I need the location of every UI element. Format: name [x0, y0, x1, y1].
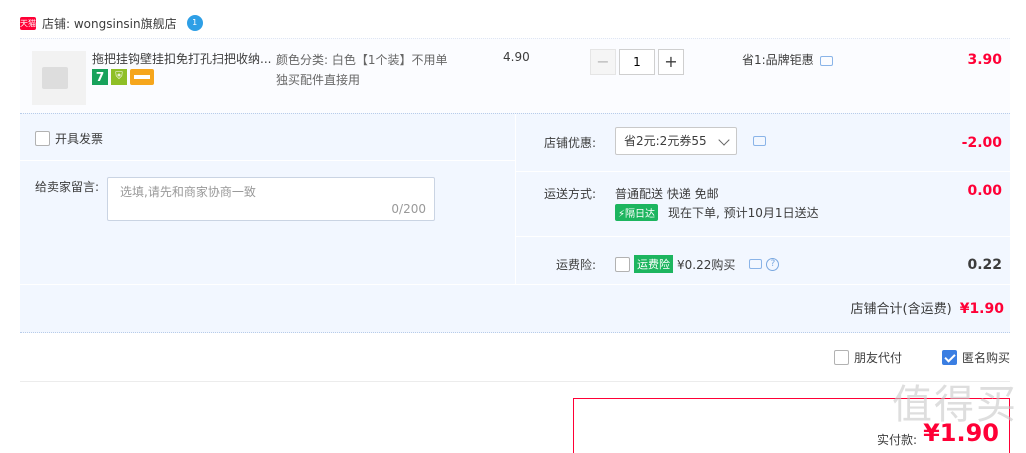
insurance-checkbox[interactable]: [615, 256, 630, 272]
insurance-fee: 0.22: [967, 257, 1002, 273]
shop-total-label: 店铺合计(含运费): [850, 302, 952, 317]
sku-line-1: 颜色分类: 白色【1个装】不用单: [276, 53, 448, 67]
shop-header: 天猫 店铺: wongsinsin旗舰店 1: [20, 12, 203, 34]
service-icons: 7 ⛨: [92, 69, 154, 85]
friend-pay-label: 朋友代付: [853, 351, 902, 365]
divider: [20, 284, 1010, 285]
credit-card-icon[interactable]: [130, 69, 154, 85]
anonymous-checkbox[interactable]: [941, 350, 957, 365]
coupon-discount: -2.00: [961, 135, 1002, 151]
sku-line-2: 独买配件直接用: [276, 73, 361, 87]
order-options-panel: 开具发票 给卖家留言: 选填,请先和商家协商一致 0/200 店铺优惠: 省2元…: [20, 113, 1010, 333]
comment-icon[interactable]: [749, 259, 763, 269]
insurance-badge: 运费险: [634, 255, 673, 273]
sku-info: 颜色分类: 白色【1个装】不用单 独买配件直接用: [276, 50, 471, 90]
divider: [20, 381, 1010, 382]
extra-options: 朋友代付 匿名购买: [833, 349, 1010, 366]
item-subtotal: 3.90: [967, 52, 1002, 68]
product-title[interactable]: 拖把挂钩壁挂扣免打孔扫把收纳...: [92, 50, 277, 67]
chevron-down-icon: [718, 134, 730, 146]
message-char-count: 0/200: [391, 202, 426, 216]
promotion-info: 省1:品牌钜惠: [742, 51, 833, 68]
divider: [516, 171, 1010, 172]
seller-message-input[interactable]: 选填,请先和商家协商一致 0/200: [107, 177, 435, 221]
message-label: 给卖家留言:: [35, 180, 100, 194]
order-item-row: 拖把挂钩壁挂扣免打孔扫把收纳... 7 ⛨ 颜色分类: 白色【1个装】不用单 独…: [20, 38, 1010, 113]
anonymous-option[interactable]: 匿名购买: [941, 349, 1010, 366]
promotion-label: 省1:品牌钜惠: [742, 53, 814, 67]
order-options-left: 开具发票 给卖家留言: 选填,请先和商家协商一致 0/200: [20, 114, 515, 284]
divider: [516, 236, 1010, 237]
invoice-checkbox[interactable]: [35, 131, 50, 146]
message-placeholder: 选填,请先和商家协商一致: [120, 185, 256, 199]
shop-coupon-select[interactable]: 省2元:2元券55: [615, 127, 737, 155]
shipping-fee: 0.00: [967, 183, 1002, 199]
coupon-selected-value: 省2元:2元券55: [624, 134, 707, 148]
invoice-option[interactable]: 开具发票: [35, 130, 103, 147]
product-thumbnail[interactable]: [32, 51, 86, 105]
shop-total: 店铺合计(含运费) ¥1.90: [851, 298, 1004, 317]
invoice-label: 开具发票: [55, 132, 104, 146]
guarantee-shield-icon[interactable]: ⛨: [111, 69, 127, 85]
comment-icon[interactable]: [753, 136, 766, 146]
quantity-stepper: − +: [590, 49, 684, 75]
divider: [20, 160, 515, 161]
seven-day-return-icon[interactable]: 7: [92, 69, 108, 85]
quantity-input[interactable]: [619, 49, 655, 75]
tmall-icon: 天猫: [20, 16, 36, 30]
shipping-eta-row: ⚡隔日达 现在下单, 预计10月1日送达: [615, 204, 819, 221]
comment-icon[interactable]: [819, 55, 833, 66]
increase-quantity-button[interactable]: +: [658, 49, 684, 75]
insurance-label: 运费险:: [555, 258, 596, 272]
unit-price: 4.90: [503, 50, 530, 64]
order-options-right: 店铺优惠: 省2元:2元券55 -2.00 运送方式: 普通配送 快递 免邮 ⚡…: [516, 114, 1010, 284]
friend-pay-option[interactable]: 朋友代付: [833, 349, 902, 366]
wangwang-chat-icon[interactable]: 1: [186, 15, 203, 31]
shop-total-value: ¥1.90: [959, 301, 1004, 317]
shop-name[interactable]: 店铺: wongsinsin旗舰店: [42, 15, 177, 32]
help-icon[interactable]: ?: [766, 257, 780, 271]
shipping-insurance-option: 运费险 ¥0.22购买 ?: [615, 255, 780, 273]
product-image: [42, 67, 68, 89]
shipping-label: 运送方式:: [543, 187, 596, 201]
payment-label: 实付款:: [876, 433, 917, 447]
anonymous-label: 匿名购买: [961, 351, 1010, 365]
next-day-badge: ⚡隔日达: [615, 204, 659, 221]
insurance-price: ¥0.22购买: [677, 257, 736, 272]
friend-pay-checkbox[interactable]: [833, 350, 849, 365]
watermark: 值得买: [892, 382, 1018, 428]
decrease-quantity-button[interactable]: −: [590, 49, 616, 75]
shipping-method: 普通配送 快递 免邮: [615, 187, 719, 201]
coupon-label: 店铺优惠:: [543, 136, 596, 150]
shipping-eta: 现在下单, 预计10月1日送达: [668, 206, 819, 220]
